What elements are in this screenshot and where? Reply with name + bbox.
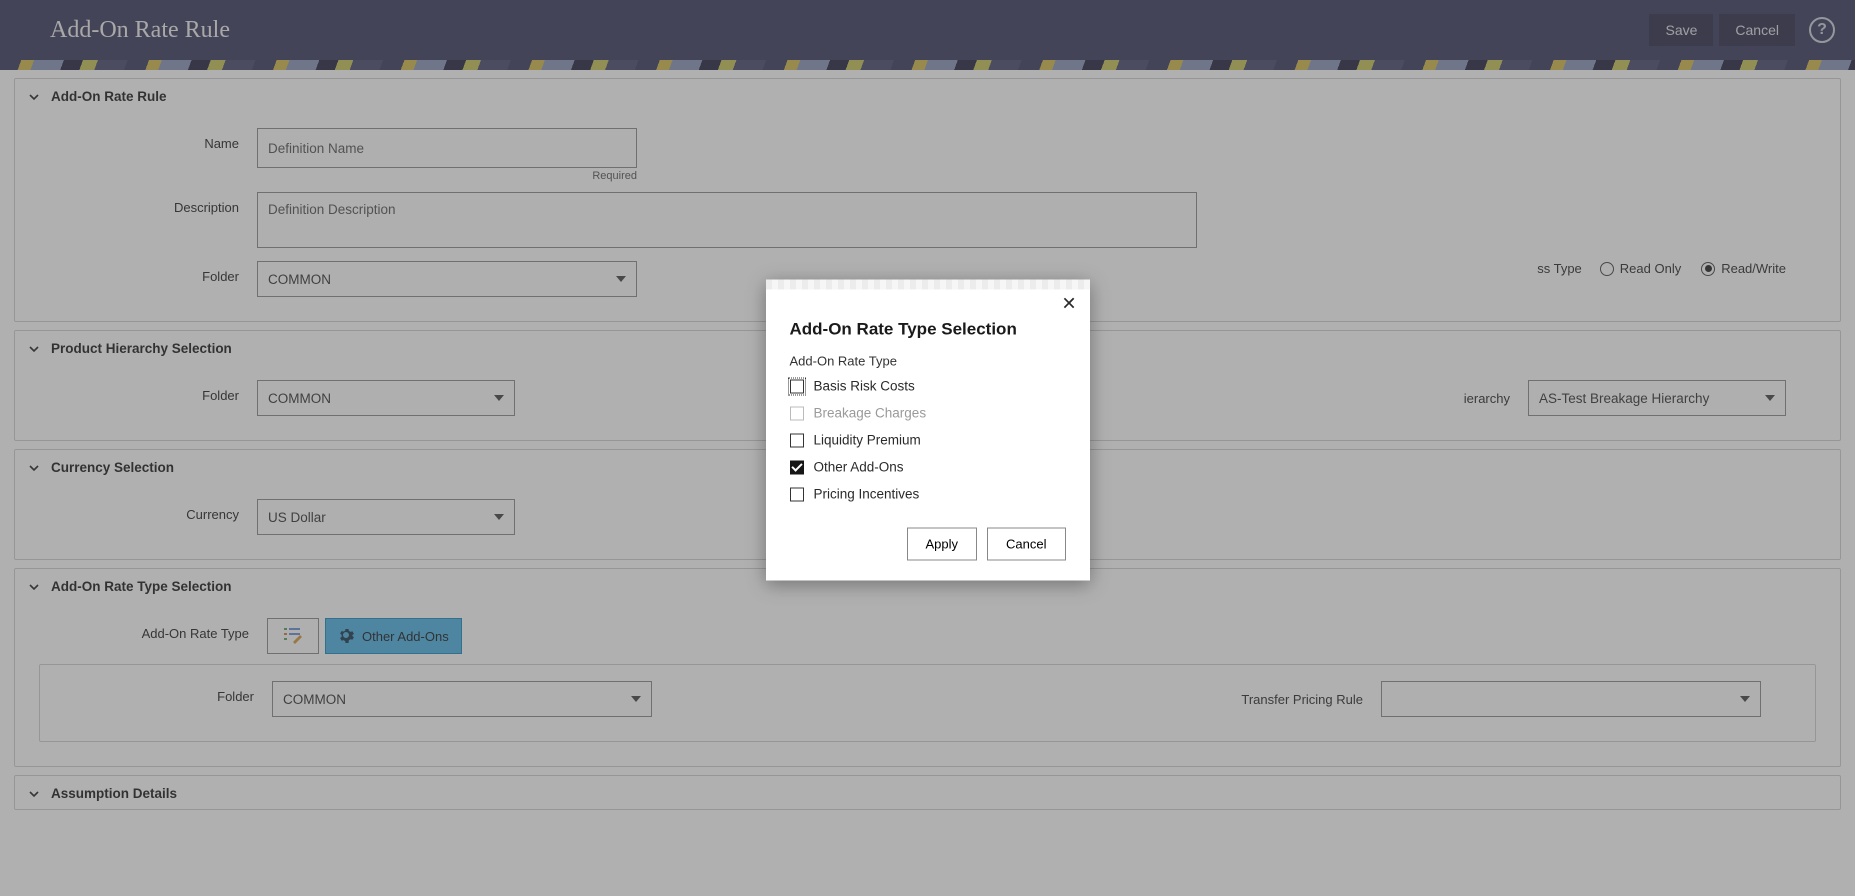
checkbox-icon: [790, 433, 804, 447]
checkbox-label: Basis Risk Costs: [814, 379, 915, 394]
checkbox-label: Breakage Charges: [814, 406, 927, 421]
checkbox-label: Liquidity Premium: [814, 433, 921, 448]
checkbox-option[interactable]: Basis Risk Costs: [790, 373, 1066, 400]
checkbox-icon: [790, 460, 804, 474]
modal-checkbox-list: Basis Risk Costs Breakage Charges Liquidit…: [766, 369, 1090, 518]
rate-type-modal: ✕ Add-On Rate Type Selection Add-On Rate…: [766, 280, 1090, 581]
modal-group-label: Add-On Rate Type: [766, 350, 1090, 369]
checkbox-icon: [790, 379, 804, 393]
checkbox-label: Other Add-Ons: [814, 460, 904, 475]
modal-title: Add-On Rate Type Selection: [766, 314, 1090, 350]
modal-decorative-strip: [766, 280, 1090, 290]
checkbox-option: Breakage Charges: [790, 400, 1066, 427]
modal-apply-button[interactable]: Apply: [907, 528, 978, 561]
checkbox-option[interactable]: Pricing Incentives: [790, 481, 1066, 508]
checkbox-icon: [790, 406, 804, 420]
close-icon[interactable]: ✕: [1062, 296, 1080, 314]
checkbox-icon: [790, 487, 804, 501]
modal-cancel-button[interactable]: Cancel: [987, 528, 1065, 561]
checkbox-option[interactable]: Other Add-Ons: [790, 454, 1066, 481]
checkbox-option[interactable]: Liquidity Premium: [790, 427, 1066, 454]
checkbox-label: Pricing Incentives: [814, 487, 920, 502]
